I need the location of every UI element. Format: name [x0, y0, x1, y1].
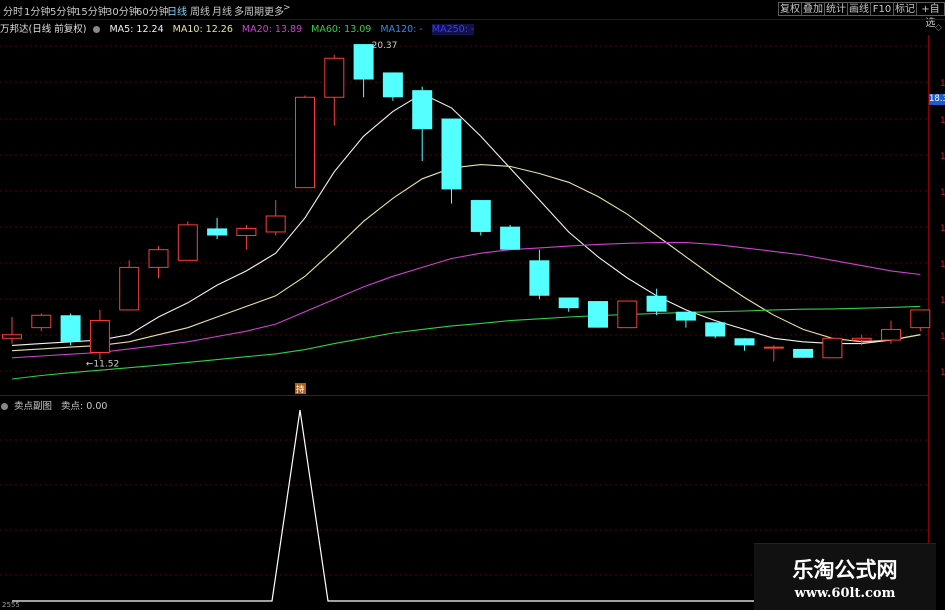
candle — [236, 224, 257, 250]
current-price-tag: 18.3 — [929, 94, 945, 105]
bottom-cut-label: 2555 — [2, 601, 20, 609]
candle — [295, 95, 315, 189]
candle-body — [705, 322, 726, 337]
ma20-line — [11, 242, 921, 359]
candle — [822, 337, 843, 359]
axis-tick-label: 1 — [940, 152, 945, 162]
candle — [177, 221, 198, 261]
candle-body — [265, 215, 286, 233]
candle-body — [60, 315, 81, 342]
candle — [412, 86, 433, 162]
chart-annotations: 20.37 ←11.52 持 — [86, 41, 397, 395]
candle-body — [295, 96, 315, 189]
ma60-line — [11, 305, 921, 380]
candle — [646, 288, 667, 316]
high-price-label: 20.37 — [372, 41, 398, 51]
watermark-url: www.60lt.com — [794, 586, 896, 601]
candle — [910, 309, 931, 332]
candle — [558, 297, 579, 312]
candle — [441, 118, 462, 204]
candle-body — [207, 228, 228, 236]
sub-chart-title: 卖点副图 — [14, 401, 53, 412]
candle — [500, 224, 521, 250]
candle — [265, 200, 286, 236]
candle — [382, 72, 403, 101]
candle — [734, 338, 755, 351]
settings-dot-icon[interactable] — [1, 403, 8, 410]
candle — [588, 301, 608, 328]
candle-body — [89, 320, 110, 353]
candle — [119, 260, 140, 311]
chart-grid: 1 1 1 1 1 1 1 1 1 ◇ — [0, 19, 945, 609]
candle-body — [324, 57, 345, 98]
candle-body — [734, 338, 755, 346]
candle-body — [793, 348, 814, 358]
stock-chart[interactable]: 1 1 1 1 1 1 1 1 1 ◇ 20.37 ←11.52 持 — [0, 0, 945, 609]
candle-body — [2, 334, 22, 339]
signal-badge-text: 持 — [296, 384, 305, 395]
candle — [89, 309, 110, 360]
axis-tick-label: 1 — [940, 116, 945, 126]
axis-tick-label: 1 — [940, 79, 945, 89]
candle-body — [558, 297, 579, 309]
candle-body — [851, 337, 872, 341]
candle-body — [588, 301, 608, 328]
candlestick-series — [2, 44, 931, 362]
candle-body — [675, 311, 696, 321]
candle — [2, 317, 22, 344]
candle-body — [822, 337, 843, 359]
candle-body — [382, 72, 403, 98]
candle-body — [148, 249, 169, 268]
candle — [31, 313, 52, 332]
candle-body — [441, 118, 462, 190]
diamond-icon[interactable]: ◇ — [935, 23, 942, 33]
watermark-banner: 乐淘公式网 www.60lt.com — [754, 543, 936, 610]
ma5-line — [11, 93, 921, 346]
candle-body — [763, 346, 784, 349]
candle — [470, 200, 491, 236]
candle-body — [236, 227, 257, 236]
sell-point-value: 卖点: 0.00 — [61, 401, 108, 412]
candle-body — [529, 260, 550, 296]
axis-tick-label: 1 — [940, 188, 945, 198]
candle-body — [177, 224, 198, 261]
candle — [675, 311, 696, 328]
candle — [529, 249, 550, 300]
moving-average-lines — [11, 93, 921, 380]
candle-body — [881, 328, 901, 341]
candle — [617, 300, 638, 329]
candle — [60, 313, 81, 346]
candle-body — [500, 226, 521, 250]
candle-body — [353, 44, 374, 80]
candle-body — [646, 295, 667, 312]
candle-body — [910, 309, 931, 329]
sub-chart-legend: 卖点副图 卖点: 0.00 — [0, 398, 113, 412]
candle-body — [31, 314, 52, 329]
axis-tick-label: 1 — [940, 368, 945, 378]
candle — [793, 348, 814, 358]
candle-body — [470, 200, 491, 232]
axis-tick-label: 1 — [940, 224, 945, 234]
candle — [705, 322, 726, 339]
candle — [763, 345, 784, 362]
axis-tick-label: 1 — [940, 332, 945, 342]
candle — [148, 246, 169, 279]
candle — [324, 54, 345, 126]
candle-body — [412, 90, 433, 130]
candle — [353, 44, 374, 98]
low-price-label: ←11.52 — [86, 360, 119, 370]
candle-body — [617, 300, 638, 329]
axis-tick-label: 1 — [940, 296, 945, 306]
candle — [881, 320, 901, 344]
candle — [207, 217, 228, 240]
watermark-title: 乐淘公式网 — [792, 557, 898, 582]
axis-tick-label: 1 — [940, 260, 945, 270]
candle-body — [119, 266, 140, 311]
